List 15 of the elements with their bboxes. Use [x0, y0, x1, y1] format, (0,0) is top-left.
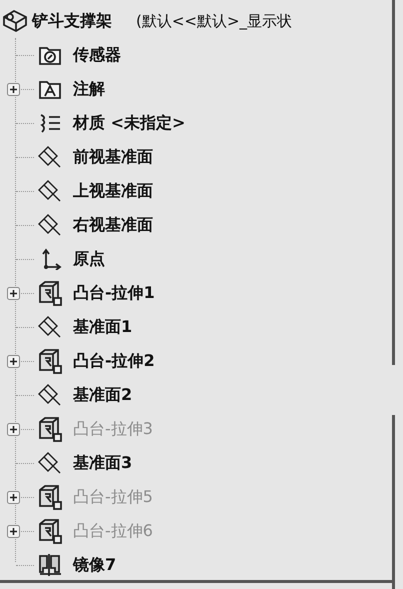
feature-label[interactable]: 传感器 [73, 44, 121, 66]
feature-label[interactable]: 注解 [73, 78, 105, 100]
part-name[interactable]: 铲斗支撑架 [32, 10, 112, 32]
feature-label[interactable]: 材质 <未指定> [73, 112, 186, 134]
feature-label[interactable]: 基准面2 [73, 384, 132, 406]
feature-label[interactable]: 右视基准面 [73, 214, 153, 236]
feature-label[interactable]: 前视基准面 [73, 146, 153, 168]
feature-label[interactable]: 基准面3 [73, 452, 132, 474]
feature-label[interactable]: 基准面1 [73, 316, 132, 338]
feature-label[interactable]: 上视基准面 [73, 180, 153, 202]
feature-label[interactable]: 凸台-拉伸1 [73, 282, 155, 304]
feature-label[interactable]: 凸台-拉伸2 [73, 350, 155, 372]
feature-label[interactable]: 原点 [73, 248, 105, 270]
configuration-name: (默认<<默认>_显示状 [136, 12, 292, 30]
feature-label[interactable]: 镜像7 [73, 554, 116, 576]
